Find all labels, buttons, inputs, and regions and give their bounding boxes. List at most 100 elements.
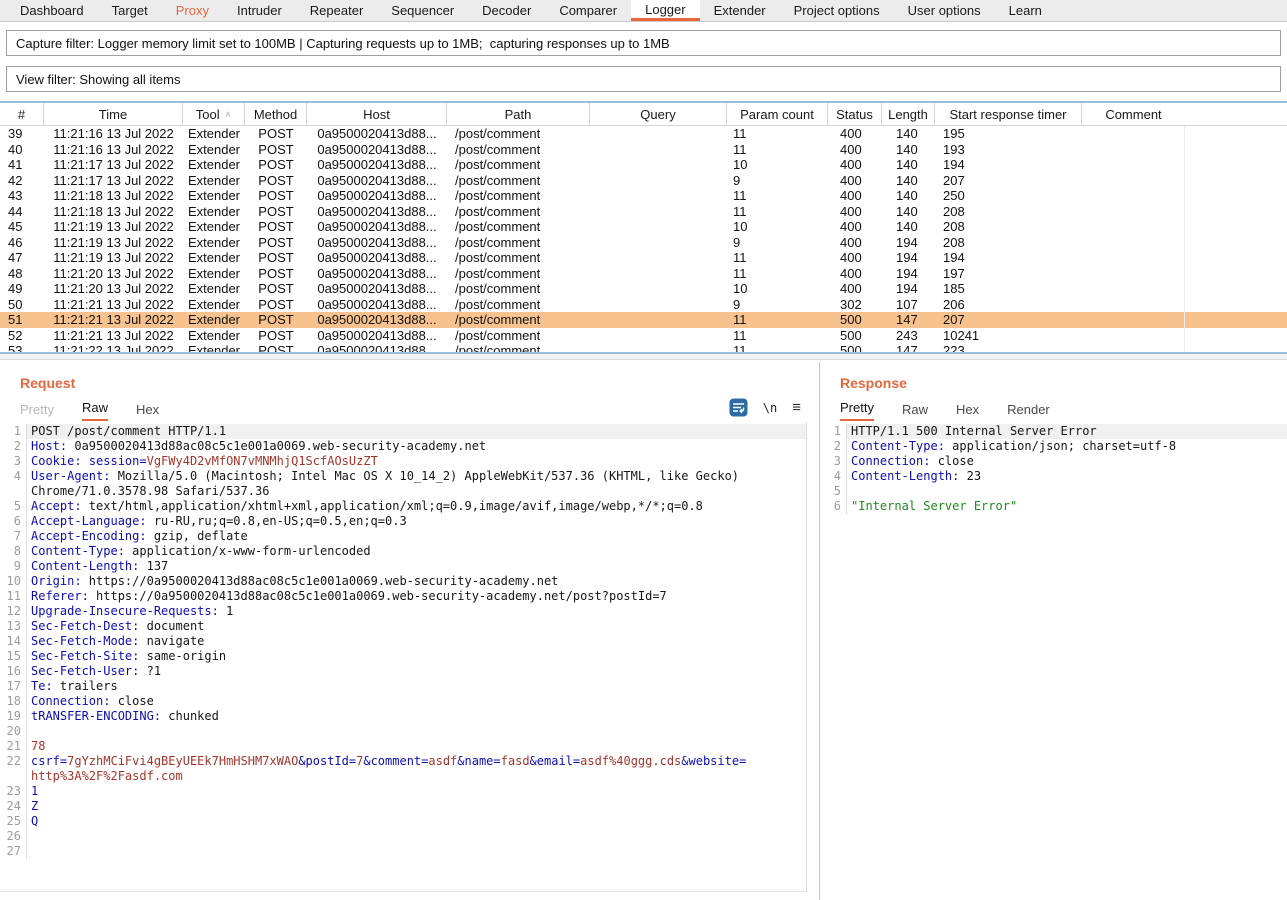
table-row[interactable]: 4711:21:19 13 Jul 2022ExtenderPOST0a9500… — [0, 250, 1287, 266]
table-row[interactable]: 4211:21:17 13 Jul 2022ExtenderPOST0a9500… — [0, 173, 1287, 189]
editor-line: 26 — [0, 829, 806, 844]
line-number: 6 — [0, 514, 27, 529]
column-header-method[interactable]: Method — [245, 103, 307, 125]
view-filter-bar[interactable]: View filter: Showing all items — [6, 66, 1281, 92]
table-row[interactable]: 4011:21:16 13 Jul 2022ExtenderPOST0a9500… — [0, 142, 1287, 158]
syntax-segment: asdf%40ggg.cds — [580, 754, 681, 768]
response-tab-render[interactable]: Render — [1007, 402, 1050, 421]
cell-path: /post/comment — [447, 126, 590, 141]
cell-method: POST — [245, 297, 307, 312]
cell-time: 11:21:17 13 Jul 2022 — [44, 157, 183, 172]
table-row[interactable]: 4611:21:19 13 Jul 2022ExtenderPOST0a9500… — [0, 235, 1287, 251]
capture-filter-bar[interactable]: Capture filter: Logger memory limit set … — [6, 30, 1281, 56]
menu-item-extender[interactable]: Extender — [700, 0, 780, 21]
cell-start-response-timer: 197 — [935, 266, 1082, 281]
line-number: 5 — [820, 484, 847, 499]
cell-method: POST — [245, 266, 307, 281]
column-header-param-count[interactable]: Param count — [727, 103, 828, 125]
line-content — [27, 844, 806, 859]
syntax-segment: Content-Length: — [31, 559, 139, 573]
newline-icon[interactable]: \n — [763, 401, 777, 415]
response-tab-pretty[interactable]: Pretty — [840, 400, 874, 421]
cell-length: 140 — [882, 157, 935, 172]
menu-item-proxy[interactable]: Proxy — [162, 0, 223, 21]
editor-line: 6Accept-Language: ru-RU,ru;q=0.8,en-US;q… — [0, 514, 806, 529]
cell-time: 11:21:18 13 Jul 2022 — [44, 204, 183, 219]
menu-item-project-options[interactable]: Project options — [780, 0, 894, 21]
menu-item-sequencer[interactable]: Sequencer — [377, 0, 468, 21]
editor-line: 2Host: 0a9500020413d88ac08c5c1e001a0069.… — [0, 439, 806, 454]
column-header-status[interactable]: Status — [828, 103, 882, 125]
line-content: Accept: text/html,application/xhtml+xml,… — [27, 499, 806, 514]
table-row[interactable]: 4811:21:20 13 Jul 2022ExtenderPOST0a9500… — [0, 266, 1287, 282]
syntax-segment: Referer: — [31, 589, 89, 603]
syntax-segment: chunked — [161, 709, 219, 723]
menu-item-logger[interactable]: Logger — [631, 0, 699, 21]
menu-item-comparer[interactable]: Comparer — [545, 0, 631, 21]
menu-item-learn[interactable]: Learn — [995, 0, 1056, 21]
request-editor[interactable]: 1POST /post/comment HTTP/1.12Host: 0a950… — [0, 422, 807, 892]
request-tab-pretty[interactable]: Pretty — [20, 402, 54, 421]
cell-method: POST — [245, 204, 307, 219]
menu-item-repeater[interactable]: Repeater — [296, 0, 377, 21]
column-header-tool[interactable]: Tool∧ — [183, 103, 245, 125]
syntax-segment: Connection: — [31, 694, 110, 708]
request-tab-hex[interactable]: Hex — [136, 402, 159, 421]
table-row[interactable]: 4911:21:20 13 Jul 2022ExtenderPOST0a9500… — [0, 281, 1287, 297]
cell-param-count: 11 — [727, 204, 828, 219]
soft-wrap-icon[interactable] — [729, 398, 748, 417]
table-row[interactable]: 3911:21:16 13 Jul 2022ExtenderPOST0a9500… — [0, 126, 1287, 142]
table-row[interactable]: 4411:21:18 13 Jul 2022ExtenderPOST0a9500… — [0, 204, 1287, 220]
syntax-segment: application/json; charset=utf-8 — [945, 439, 1176, 453]
syntax-segment: https://0a9500020413d88ac08c5c1e001a0069… — [89, 589, 667, 603]
column-header-host[interactable]: Host — [307, 103, 447, 125]
editor-line: 12Upgrade-Insecure-Requests: 1 — [0, 604, 806, 619]
cell-status: 500 — [828, 312, 882, 327]
syntax-segment: close — [110, 694, 153, 708]
line-content: Referer: https://0a9500020413d88ac08c5c1… — [27, 589, 806, 604]
table-row[interactable]: 5211:21:21 13 Jul 2022ExtenderPOST0a9500… — [0, 328, 1287, 344]
table-row[interactable]: 5311:21:22 13 Jul 2022ExtenderPOST0a9500… — [0, 343, 1287, 352]
editor-line: 2Content-Type: application/json; charset… — [820, 439, 1287, 454]
syntax-segment: http%3A%2F%2Fasdf.com — [31, 769, 183, 783]
column-header-comment[interactable]: Comment — [1082, 103, 1185, 125]
cell-tool: Extender — [183, 188, 245, 203]
column-header-time[interactable]: Time — [44, 103, 183, 125]
cell-number: 40 — [0, 142, 44, 157]
response-tab-raw[interactable]: Raw — [902, 402, 928, 421]
column-header-query[interactable]: Query — [590, 103, 727, 125]
menu-item-user-options[interactable]: User options — [894, 0, 995, 21]
line-content: Host: 0a9500020413d88ac08c5c1e001a0069.w… — [27, 439, 806, 454]
column-header-path[interactable]: Path — [447, 103, 590, 125]
menu-item-dashboard[interactable]: Dashboard — [6, 0, 98, 21]
cell-length: 140 — [882, 142, 935, 157]
cell-method: POST — [245, 219, 307, 234]
line-number: 21 — [0, 739, 27, 754]
cell-length: 243 — [882, 328, 935, 343]
editor-line: 17Te: trailers — [0, 679, 806, 694]
menu-icon[interactable]: ≡ — [792, 400, 801, 415]
line-number: 13 — [0, 619, 27, 634]
menu-item-intruder[interactable]: Intruder — [223, 0, 296, 21]
table-row[interactable]: 4311:21:18 13 Jul 2022ExtenderPOST0a9500… — [0, 188, 1287, 204]
request-tab-raw[interactable]: Raw — [82, 400, 108, 421]
table-row[interactable]: 5011:21:21 13 Jul 2022ExtenderPOST0a9500… — [0, 297, 1287, 313]
cell-start-response-timer: 208 — [935, 219, 1082, 234]
column-header-start-response-timer[interactable]: Start response timer — [935, 103, 1082, 125]
response-tab-hex[interactable]: Hex — [956, 402, 979, 421]
table-row[interactable]: 4511:21:19 13 Jul 2022ExtenderPOST0a9500… — [0, 219, 1287, 235]
syntax-segment: &website= — [681, 754, 746, 768]
menu-item-target[interactable]: Target — [98, 0, 162, 21]
cell-param-count: 9 — [727, 235, 828, 250]
table-row[interactable]: 4111:21:17 13 Jul 2022ExtenderPOST0a9500… — [0, 157, 1287, 173]
cell-start-response-timer: 195 — [935, 126, 1082, 141]
table-row-selected[interactable]: 5111:21:21 13 Jul 2022ExtenderPOST0a9500… — [0, 312, 1287, 328]
column-header-number[interactable]: # — [0, 103, 44, 125]
menu-item-decoder[interactable]: Decoder — [468, 0, 545, 21]
syntax-segment: Host: — [31, 439, 67, 453]
line-content: Sec-Fetch-Mode: navigate — [27, 634, 806, 649]
response-editor[interactable]: 1HTTP/1.1 500 Internal Server Error2Cont… — [820, 422, 1287, 900]
column-header-length[interactable]: Length — [882, 103, 935, 125]
syntax-segment: gzip, deflate — [147, 529, 248, 543]
line-number: 2 — [820, 439, 847, 454]
